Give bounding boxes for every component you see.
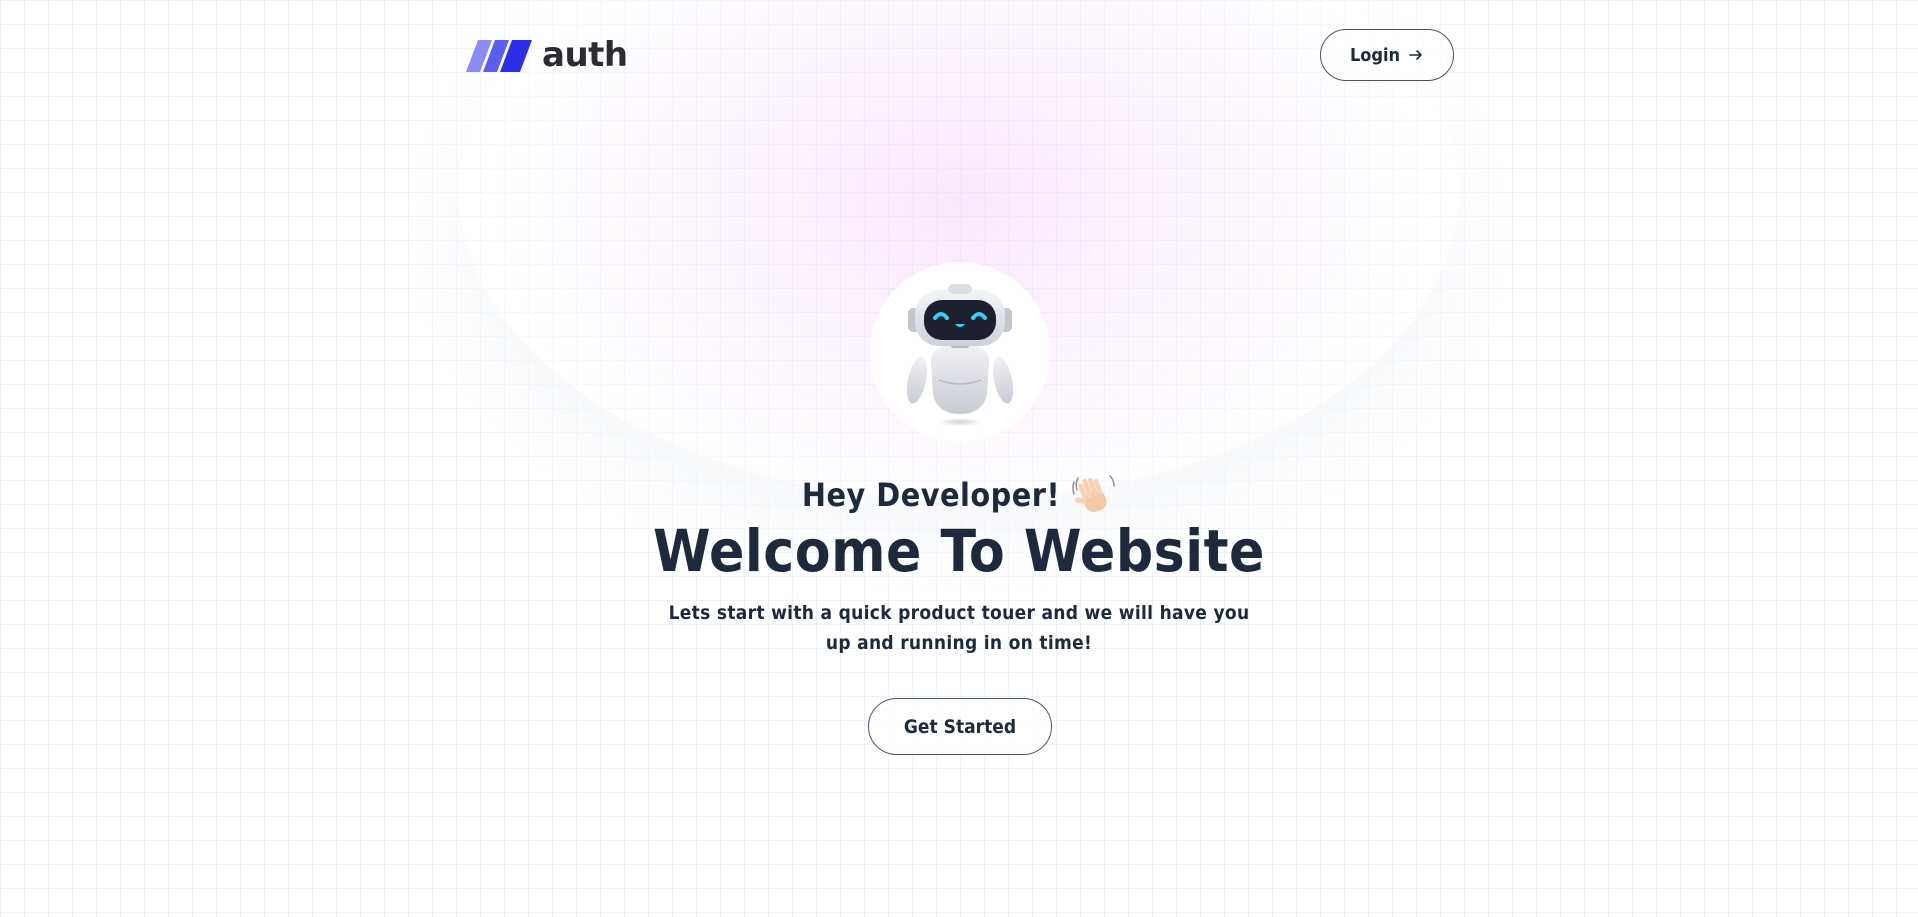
arrow-right-icon (1409, 50, 1422, 60)
logo-text: auth (542, 35, 628, 75)
robot-avatar (870, 262, 1050, 442)
hero-subtitle: Lets start with a quick product touer an… (668, 602, 1250, 654)
robot-icon (906, 284, 1014, 426)
logo[interactable]: auth (466, 35, 628, 75)
greeting: Hey Developer! (0, 472, 1918, 518)
waving-hand-icon (1072, 475, 1115, 513)
get-started-button[interactable]: Get Started (868, 698, 1052, 755)
page-title: Welcome To Website (653, 517, 1265, 585)
get-started-label: Get Started (903, 715, 1017, 738)
login-label: Login (1349, 44, 1401, 66)
login-button[interactable]: Login (1320, 29, 1454, 81)
logo-icon (466, 40, 532, 72)
greeting-text: Hey Developer! (801, 476, 1061, 514)
